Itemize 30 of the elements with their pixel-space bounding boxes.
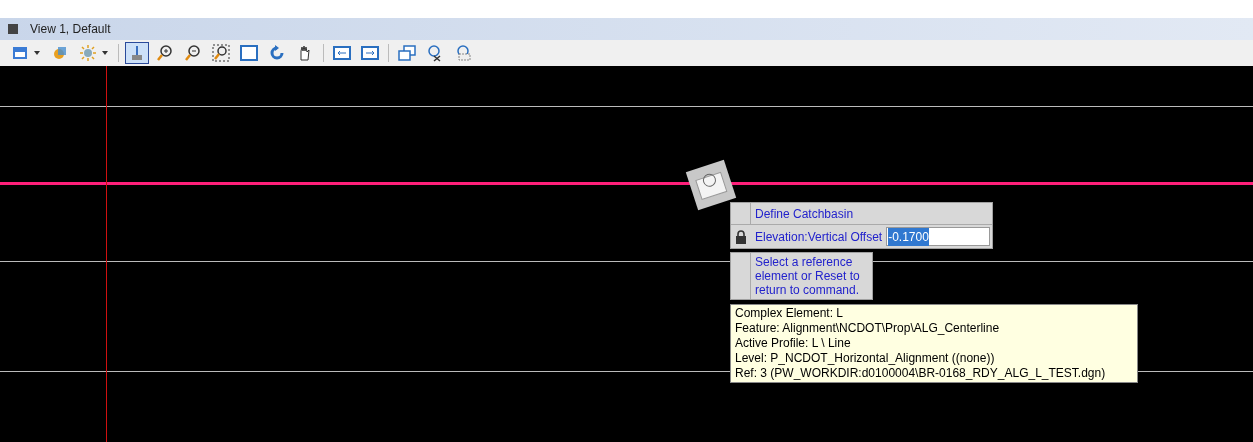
field-value: -0.1700: [888, 227, 929, 246]
tooltip-line: Ref: 3 (PW_WORKDIR:d0100004\BR-0168_RDY_ALG_L_TEST.dgn): [735, 366, 1107, 381]
toolbar-button[interactable]: [237, 42, 261, 64]
sun-icon: [79, 44, 97, 62]
fit-view-icon: [240, 44, 258, 62]
field-label: Elevation:Vertical Offset: [754, 228, 884, 246]
window-icon: [8, 24, 18, 34]
caret-icon[interactable]: [101, 50, 109, 56]
rotate-icon: [268, 44, 286, 62]
tooltip-line: Active Profile: L \ Line: [735, 336, 852, 351]
tooltip-line: Level: P_NCDOT_Horizontal_Alignment ((none)): [735, 351, 996, 366]
zoom-area-icon: [212, 44, 230, 62]
zoom-out-icon: [184, 44, 202, 62]
zoom-in-icon: [156, 44, 174, 62]
offset-input-field[interactable]: -0.1700: [886, 227, 990, 246]
tooltip-line: Complex Element: L: [735, 306, 845, 321]
toolbar-button[interactable]: [209, 42, 233, 64]
window-icon: [11, 44, 29, 62]
next-view-icon: [361, 44, 379, 62]
copy-view-icon: [398, 44, 416, 62]
lock-icon[interactable]: [735, 229, 747, 244]
caret-icon[interactable]: [33, 50, 41, 56]
tooltip-line: Feature: Alignment\NCDOT\Prop\ALG_Centerline: [735, 321, 1001, 336]
tool-title: Define Catchbasin: [754, 206, 855, 223]
window-title: View 1, Default: [30, 21, 111, 38]
toolbar-button[interactable]: [125, 42, 149, 64]
shapes-icon: [51, 44, 69, 62]
clip-mask-icon: [454, 44, 472, 62]
prompt-text: Select a reference element or Reset to return to command.: [754, 254, 861, 299]
previous-view-icon: [333, 44, 351, 62]
